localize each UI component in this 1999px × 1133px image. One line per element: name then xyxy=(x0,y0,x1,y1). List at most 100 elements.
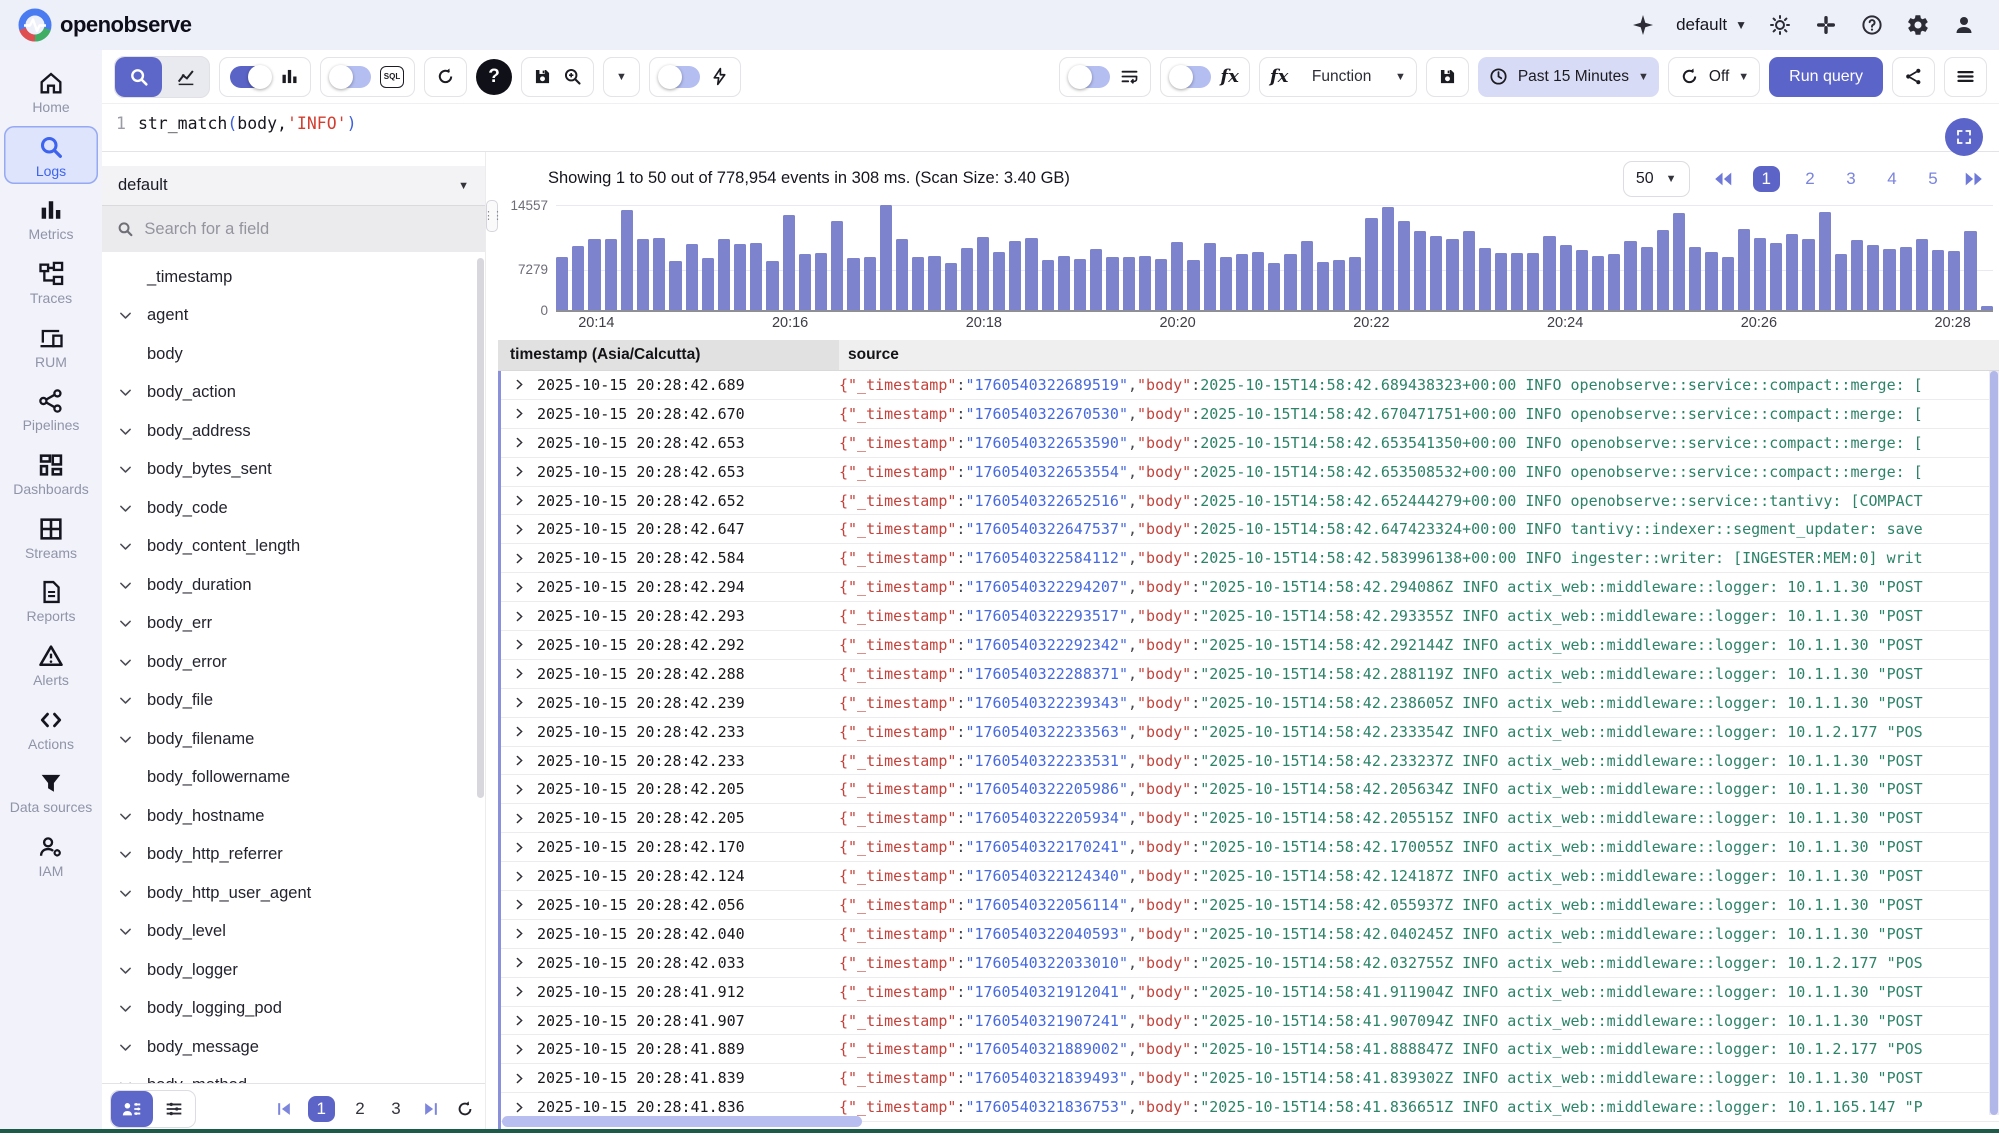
nav-item-traces[interactable]: Traces xyxy=(4,253,98,312)
histogram-toggle-button[interactable] xyxy=(219,57,311,97)
field-item[interactable]: body_logging_pod xyxy=(102,990,485,1029)
saved-searches-button[interactable] xyxy=(521,57,594,97)
field-list-scrollbar[interactable] xyxy=(477,258,484,798)
expand-row-chevron-icon[interactable] xyxy=(501,407,537,420)
histogram-bar[interactable] xyxy=(1090,249,1102,310)
log-row[interactable]: 2025-10-15 20:28:42.239 {"_timestamp":"1… xyxy=(501,689,1999,718)
timestamp-column-header[interactable]: timestamp (Asia/Calcutta) xyxy=(498,340,839,370)
expand-row-chevron-icon[interactable] xyxy=(501,552,537,565)
expand-row-chevron-icon[interactable] xyxy=(501,898,537,911)
help-circle-icon[interactable] xyxy=(1859,12,1885,38)
results-page-4[interactable]: 4 xyxy=(1881,169,1903,189)
wrap-toggle[interactable] xyxy=(1070,66,1110,88)
histogram-bar[interactable] xyxy=(1333,260,1345,310)
histogram-bar[interactable] xyxy=(847,258,859,310)
saved-views-dropdown[interactable]: ▼ xyxy=(603,57,640,97)
expand-row-chevron-icon[interactable] xyxy=(501,1101,537,1114)
histogram-bar[interactable] xyxy=(1155,259,1167,310)
field-item[interactable]: body_http_user_agent xyxy=(102,874,485,913)
field-item[interactable]: body_content_length xyxy=(102,528,485,567)
log-row[interactable]: 2025-10-15 20:28:42.653 {"_timestamp":"1… xyxy=(501,429,1999,458)
histogram-bar[interactable] xyxy=(1624,241,1636,310)
log-row[interactable]: 2025-10-15 20:28:42.033 {"_timestamp":"1… xyxy=(501,949,1999,978)
chevron-down-icon[interactable] xyxy=(117,846,147,863)
field-item[interactable]: body_file xyxy=(102,682,485,721)
histogram-bar[interactable] xyxy=(1301,241,1313,310)
sparkle-icon[interactable] xyxy=(1630,12,1656,38)
histogram-bar[interactable] xyxy=(572,246,584,310)
histogram-bar[interactable] xyxy=(1284,254,1296,310)
expand-row-chevron-icon[interactable] xyxy=(501,667,537,680)
brand[interactable]: openobserve xyxy=(18,8,191,42)
expand-row-chevron-icon[interactable] xyxy=(501,378,537,391)
histogram-bar[interactable] xyxy=(1576,250,1588,310)
nav-item-home[interactable]: Home xyxy=(4,62,98,121)
field-page-1[interactable]: 1 xyxy=(308,1096,335,1122)
wrap-lines-button[interactable] xyxy=(1059,57,1151,97)
skip-last-icon[interactable] xyxy=(421,1099,441,1119)
expand-row-chevron-icon[interactable] xyxy=(501,985,537,998)
log-row[interactable]: 2025-10-15 20:28:42.653 {"_timestamp":"1… xyxy=(501,458,1999,487)
histogram-bar[interactable] xyxy=(1657,230,1669,310)
histogram-bar[interactable] xyxy=(766,261,778,310)
field-item[interactable]: body_followername xyxy=(102,759,485,798)
search-mode-button[interactable] xyxy=(115,57,162,97)
histogram-bar[interactable] xyxy=(1220,257,1232,310)
histogram-bar[interactable] xyxy=(1835,254,1847,310)
log-row[interactable]: 2025-10-15 20:28:42.056 {"_timestamp":"1… xyxy=(501,891,1999,920)
chevron-down-icon[interactable] xyxy=(117,731,147,748)
histogram-bar[interactable] xyxy=(1964,231,1976,310)
share-button[interactable] xyxy=(1892,57,1935,97)
chevron-down-icon[interactable] xyxy=(117,577,147,594)
log-row[interactable]: 2025-10-15 20:28:42.124 {"_timestamp":"1… xyxy=(501,862,1999,891)
log-row[interactable]: 2025-10-15 20:28:41.907 {"_timestamp":"1… xyxy=(501,1007,1999,1036)
log-row[interactable]: 2025-10-15 20:28:41.889 {"_timestamp":"1… xyxy=(501,1035,1999,1064)
histogram-plot[interactable]: 20:1420:1620:1820:2020:2220:2420:2620:28 xyxy=(556,201,1993,339)
chevron-down-icon[interactable] xyxy=(117,654,147,671)
field-item[interactable]: body_logger xyxy=(102,951,485,990)
results-page-2[interactable]: 2 xyxy=(1799,169,1821,189)
histogram-bar[interactable] xyxy=(1932,250,1944,310)
histogram-bar[interactable] xyxy=(880,205,892,310)
nav-item-reports[interactable]: Reports xyxy=(4,571,98,630)
panel-splitter[interactable]: ⋮⋮ xyxy=(485,152,498,1133)
function-select[interactable]: fx Function ▼ xyxy=(1259,57,1417,97)
save-function-button[interactable] xyxy=(1426,57,1469,97)
histogram-bar[interactable] xyxy=(1479,248,1491,310)
quick-mode-button[interactable] xyxy=(649,57,741,97)
query-editor[interactable]: 1 str_match(body, 'INFO') xyxy=(102,104,1999,152)
theme-sun-icon[interactable] xyxy=(1767,12,1793,38)
histogram-bar[interactable] xyxy=(1025,238,1037,310)
sql-mode-button[interactable]: SQL xyxy=(320,57,415,97)
histogram-bar[interactable] xyxy=(1770,243,1782,310)
fast-back-icon[interactable] xyxy=(1712,168,1734,190)
splitter-grip-icon[interactable]: ⋮⋮ xyxy=(486,200,498,232)
histogram-bar[interactable] xyxy=(1592,256,1604,310)
org-selector[interactable]: default ▼ xyxy=(1676,15,1747,35)
field-item[interactable]: body_code xyxy=(102,489,485,528)
chevron-down-icon[interactable] xyxy=(117,808,147,825)
histogram-bar[interactable] xyxy=(653,238,665,310)
auto-refresh-select[interactable]: Off ▼ xyxy=(1668,57,1760,97)
results-page-1[interactable]: 1 xyxy=(1753,166,1780,192)
histogram-bar[interactable] xyxy=(1543,236,1555,310)
expand-row-chevron-icon[interactable] xyxy=(501,927,537,940)
histogram-bar[interactable] xyxy=(556,257,568,310)
histogram-bar[interactable] xyxy=(637,239,649,310)
histogram-bar[interactable] xyxy=(1446,239,1458,310)
fields-only-button[interactable] xyxy=(153,1091,195,1127)
field-item[interactable]: body_error xyxy=(102,643,485,682)
histogram-bar[interactable] xyxy=(831,221,843,310)
skip-first-icon[interactable] xyxy=(274,1099,294,1119)
expand-row-chevron-icon[interactable] xyxy=(501,610,537,623)
histogram-bar[interactable] xyxy=(1511,253,1523,310)
histogram-bar[interactable] xyxy=(1268,263,1280,310)
histogram-bar[interactable] xyxy=(896,239,908,310)
histogram-bar[interactable] xyxy=(1819,212,1831,310)
expand-editor-button[interactable] xyxy=(1945,118,1983,156)
log-row[interactable]: 2025-10-15 20:28:41.839 {"_timestamp":"1… xyxy=(501,1064,1999,1093)
histogram-bar[interactable] xyxy=(864,257,876,310)
slack-icon[interactable] xyxy=(1813,12,1839,38)
histogram-bar[interactable] xyxy=(977,237,989,310)
chevron-down-icon[interactable] xyxy=(117,962,147,979)
